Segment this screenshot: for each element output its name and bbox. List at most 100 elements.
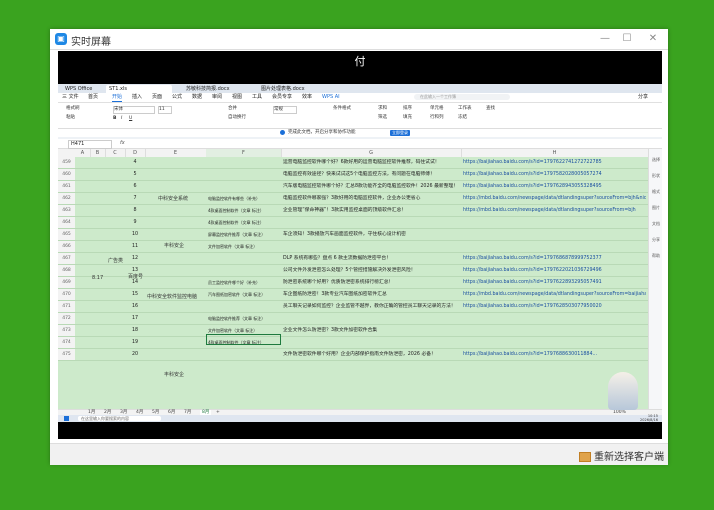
col-header[interactable]: C [105, 149, 126, 157]
fx-icon[interactable]: fx [120, 140, 125, 146]
category-cell[interactable]: 广告类 [108, 257, 123, 264]
filter-button[interactable]: 筛选 [378, 115, 387, 121]
side-format-button[interactable]: 格式 [650, 189, 662, 195]
cell-note[interactable]: 电脑监控软件推荐（文章 标注） [208, 313, 280, 324]
table-row[interactable]: 460 5 电脑监控有效途径？快来试试这5个电脑监控方法，有问题在电脑师傅！ http… [58, 169, 648, 181]
cell-title[interactable]: DLP 系统有哪些？盘点 6 款主流数据防泄密平台！ [283, 253, 459, 264]
cell-link[interactable]: https://baijiahao.baidu.com/s?id=1797622… [463, 157, 646, 168]
bold-button[interactable]: B [113, 116, 116, 122]
menu-review[interactable]: 审阅 [212, 94, 222, 101]
conditional-format-button[interactable]: 条件格式 [333, 106, 351, 112]
cell-title[interactable]: 企业文件怎么防泄密？3款文件加密软件合集 [283, 325, 459, 336]
maximize-icon[interactable]: ☐ [620, 32, 634, 46]
close-icon[interactable]: ✕ [646, 32, 660, 46]
cell-note[interactable] [208, 169, 280, 180]
table-row[interactable]: 468 13 公司文件外发泄密怎么处理？5个管控措施解决外发泄密风险！ https:/… [58, 265, 648, 277]
cell-note[interactable]: 4款桌面控制软件（文章 标注） [208, 205, 280, 216]
cell-index[interactable]: 18 [125, 325, 145, 336]
side-help-button[interactable]: 帮助 [650, 253, 662, 259]
menu-insert[interactable]: 插入 [132, 94, 142, 101]
cell-link[interactable] [463, 229, 646, 240]
table-row[interactable]: 475 20 文件防泄密软件哪个好用？企业内部保护指南文件防泄密，2026 必备！ h… [58, 349, 648, 361]
table-row[interactable]: 459 4 运营电脑监控软件哪个好？6款好用的运营电脑监控软件推荐，码住试试！ htt… [58, 157, 648, 169]
format-painter-button[interactable]: 格式刷 [66, 106, 80, 112]
cell-note[interactable]: 4款桌面控制软件（文章 标注） [208, 217, 280, 228]
cell-link[interactable]: https://baijiahao.baidu.com/s?id=1797622… [463, 265, 646, 276]
remote-desktop[interactable]: WPS Office ST1.xls 苏敏科技简报.docx 图片处理表格.do… [58, 84, 662, 422]
spreadsheet-grid[interactable]: 4 7 5 20 文件防泄密软件哪个好用？企业内部保护指南文件防泄密，2026 必备！ h… [58, 157, 648, 409]
platform-cell[interactable]: 百度号 [128, 273, 143, 280]
table-row[interactable]: 471 16 员工聊天记录如何监控？企业监管不越界，教你正确的管控员工聊天记录的方法… [58, 301, 648, 313]
cell-link[interactable]: https://mbd.baidu.com/newspage/data/dtla… [463, 205, 646, 216]
worksheet-button[interactable]: 工作表 [458, 106, 472, 112]
cell-index[interactable]: 17 [125, 313, 145, 324]
cell-title[interactable]: 运营电脑监控软件哪个好？6款好用的运营电脑监控软件推荐，码住试试！ [283, 157, 459, 168]
table-row[interactable]: 464 9 4款桌面控制软件（文章 标注） [58, 217, 648, 229]
cell-link[interactable]: https://mbd.baidu.com/newspage/data/dtla… [463, 289, 646, 300]
cell-title[interactable]: 防泄密系统哪个好用？优质防泄密系统排行榜汇总！ [283, 277, 459, 288]
cell-index[interactable]: 4 [125, 157, 145, 168]
cell-title[interactable] [283, 217, 459, 228]
cell-title[interactable] [283, 313, 459, 324]
col-header[interactable]: G [281, 149, 462, 157]
tab-st1-xls[interactable]: ST1.xls [106, 85, 172, 93]
remote-screen-viewport[interactable]: 付 WPS Office ST1.xls 苏敏科技简报.docx 图片处理表格.… [58, 51, 662, 439]
freeze-button[interactable]: 冻结 [458, 115, 467, 121]
cell-link[interactable] [463, 217, 646, 228]
cell-note[interactable]: 员工监控软件哪个好（补充） [208, 277, 280, 288]
side-share-button[interactable]: 分享 [650, 237, 662, 243]
group-cell-4[interactable]: 丰科安企 [164, 371, 184, 378]
cell-index[interactable]: 5 [125, 169, 145, 180]
cell-title[interactable]: 企业管理“保命神器”！3款实用监控桌面的顶级软件汇总！ [283, 205, 459, 216]
cell-link[interactable] [463, 325, 646, 336]
taskbar-search[interactable]: 在这里输入你要搜索的内容 [78, 416, 161, 421]
group-cell-2[interactable]: 丰科安企 [164, 242, 184, 249]
cell-title[interactable]: 车企须知！3款播放汽车画面监控软件，守住核心设计机密 [283, 229, 459, 240]
cell-title[interactable]: 车企图纸防泄密！3款专业汽车图纸加密软件汇总 [283, 289, 459, 300]
table-row[interactable]: 462 7 电脑监控软件有哪些（补充） 电脑监控软件哪家强？3款好用的电脑监控软件，企… [58, 193, 648, 205]
search-input[interactable]: 在此输入一个工作簿 [414, 94, 510, 100]
cell-index[interactable]: 9 [125, 217, 145, 228]
col-header[interactable]: D [125, 149, 146, 157]
side-doc-button[interactable]: 文档 [650, 221, 662, 227]
underline-button[interactable]: U [129, 116, 132, 122]
cell-link[interactable]: https://baijiahao.baidu.com/s?id=1797622… [463, 277, 646, 288]
table-row[interactable]: 472 17 电脑监控软件推荐（文章 标注） [58, 313, 648, 325]
menu-data[interactable]: 数据 [192, 94, 202, 101]
cell-index[interactable]: 15 [125, 289, 145, 300]
cell-note[interactable] [208, 157, 280, 168]
table-row[interactable]: 463 8 4款桌面控制软件（文章 标注） 企业管理“保命神器”！3款实用监控桌面的顶… [58, 205, 648, 217]
cell-index[interactable]: 7 [125, 193, 145, 204]
menu-formula[interactable]: 公式 [172, 94, 182, 101]
italic-button[interactable]: I [121, 116, 122, 122]
cell-link[interactable]: https://mbd.baidu.com/newspage/data/dtla… [463, 193, 646, 204]
fill-button[interactable]: 填充 [403, 115, 412, 121]
cell-title[interactable] [283, 337, 459, 348]
cell-link[interactable]: https://baijiahao.baidu.com/s?id=1797628… [463, 301, 646, 312]
cell-index[interactable]: 11 [125, 241, 145, 252]
cell-title[interactable]: 文件防泄密软件哪个好用？企业内部保护指南文件防泄密，2026 必备！ [283, 349, 459, 360]
menu-view[interactable]: 视图 [232, 94, 242, 101]
cell-note[interactable]: 电脑监控软件有哪些（补充） [208, 193, 280, 204]
menu-home[interactable]: 首页 [88, 94, 98, 101]
sort-button[interactable]: 排序 [403, 106, 412, 112]
cell-note[interactable]: 汽车图纸加密软件（文章 标注） [208, 289, 280, 300]
cell-index[interactable]: 8 [125, 205, 145, 216]
cell-link[interactable]: https://baijiahao.baidu.com/s?id=1797582… [463, 169, 646, 180]
find-button[interactable]: 查找 [486, 106, 495, 112]
cell-index[interactable]: 20 [125, 349, 145, 360]
login-button[interactable]: 立即登录 [390, 130, 410, 136]
menu-member[interactable]: 会员专享 [272, 94, 292, 101]
cell-title[interactable]: 电脑监控有效途径？快来试试这5个电脑监控方法，有问题在电脑师傅！ [283, 169, 459, 180]
date-cell[interactable]: 8.17 [92, 275, 103, 281]
windows-start-icon[interactable] [64, 416, 69, 421]
merge-button[interactable]: 合并 [228, 106, 237, 112]
cell-index[interactable]: 16 [125, 301, 145, 312]
cell-link[interactable] [463, 337, 646, 348]
col-header[interactable]: A [75, 149, 91, 157]
tab-wps-office[interactable]: WPS Office [62, 85, 95, 93]
cell-link[interactable]: https://baijiahao.baidu.com/s?id=1797688… [463, 349, 646, 360]
cell-note[interactable] [208, 181, 280, 192]
font-size-select[interactable]: 11 [158, 106, 172, 114]
cell-title[interactable] [283, 241, 459, 252]
